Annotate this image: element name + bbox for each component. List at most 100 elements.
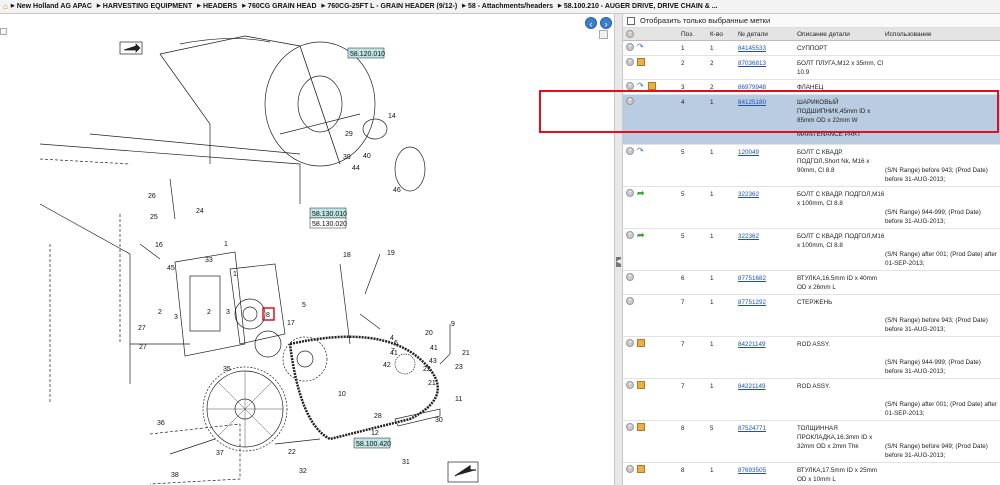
table-row[interactable]: +4 1 84125180 ШАРИКОВЫЙ ПОДШИПНИК,45mm ID x… [623,95,1000,145]
diagram-callout[interactable]: 20 [425,330,433,337]
diagram-callout[interactable]: 3 [174,314,178,321]
diagram-callout[interactable]: 45 [167,265,175,272]
add-to-cart-icon[interactable]: + [626,381,634,389]
diagram-callout[interactable]: 26 [148,193,156,200]
table-row[interactable]: + ➦ 5 1 322362 БОЛТ С КВАДР. ПОДГОЛ,M16 x 100… [623,187,1000,229]
add-to-cart-icon[interactable]: + [626,43,634,51]
diagram-callout[interactable]: 44 [352,165,360,172]
part-number-link[interactable]: 84125180 [738,95,797,127]
breadcrumb-item[interactable]: 760CG-25FT L - GRAIN HEADER (9/12-) [322,3,457,10]
column-header-description[interactable]: Описание детали [797,31,885,38]
part-number-link[interactable]: 86979948 [738,80,797,94]
table-row[interactable]: + ↷ 3 2 86979948 ФЛАНЕЦ [623,80,1000,95]
column-header-usage[interactable]: Использование [885,31,1000,38]
diagram-callout[interactable]: 1 [224,241,228,248]
diagram-callout[interactable]: 12 [371,430,379,437]
diagram-callout[interactable]: 3 [226,309,230,316]
diagram-pane[interactable]: ‹ › 58.120.010 58.130.010 58.130.020 58.… [0,14,615,485]
diagram-callout[interactable]: 22 [423,366,431,373]
part-number-link[interactable]: 87751682 [738,271,797,294]
diagram-callout[interactable]: 6 [394,340,398,347]
exploded-parts-diagram[interactable]: 58.120.010 58.130.010 58.130.020 58.100.… [0,14,615,485]
diagram-callout[interactable]: 32 [299,468,307,475]
column-header-part-number[interactable]: № детали [738,31,797,38]
diagram-callout[interactable]: 5 [302,302,306,309]
superseded-icon[interactable]: ➦ [637,231,646,240]
diagram-callout[interactable]: 41 [430,345,438,352]
diagram-callout[interactable]: 30 [435,417,443,424]
diagram-callout[interactable]: 33 [205,257,213,264]
part-number-link[interactable]: 87751292 [738,295,797,336]
diagram-callout[interactable]: 46 [393,187,401,194]
breadcrumb-item[interactable]: HARVESTING EQUIPMENT [97,3,192,10]
column-header-pos[interactable]: Поз. [681,31,710,38]
table-row[interactable]: + ↷ 1 1 84145533 СУППОРТ [623,41,1000,56]
package-icon[interactable] [637,423,645,431]
diagram-callout[interactable]: 24 [196,208,204,215]
replacement-icon[interactable]: ↷ [637,147,646,155]
part-number-link[interactable]: 84221149 [738,337,797,378]
diagram-callout[interactable]: 17 [287,320,295,327]
diagram-callout[interactable]: 23 [455,364,463,371]
diagram-callout[interactable]: 21 [462,350,470,357]
diagram-callout[interactable]: 35 [223,366,231,373]
diagram-callout[interactable]: 31 [402,459,410,466]
add-to-cart-icon[interactable]: + [626,231,634,239]
add-to-cart-icon[interactable]: + [626,97,634,105]
add-to-cart-icon[interactable]: + [626,273,634,281]
diagram-callout[interactable]: 7 [391,348,395,355]
package-icon[interactable] [648,82,656,90]
part-number-link[interactable]: 87693505 [738,463,797,485]
table-row[interactable]: +7 1 84221149 ROD ASSY. (S/N Range) 944-999;… [623,337,1000,379]
diagram-callout[interactable]: 16 [155,242,163,249]
part-number-link[interactable]: 87036813 [738,56,797,79]
diagram-callout[interactable]: 40 [363,153,371,160]
part-number-link[interactable]: 84221149 [738,379,797,420]
part-number-link[interactable]: 322362 [738,187,797,228]
diagram-callout[interactable]: 9 [451,321,455,328]
part-number-link[interactable]: 87524771 [738,421,797,462]
pane-splitter[interactable]: ◀ [615,14,623,485]
part-number-link[interactable]: 84145533 [738,41,797,55]
table-row[interactable]: +6 1 87751682 ВТУЛКА,16.5mm ID x 40mm OD x … [623,271,1000,295]
add-to-cart-icon[interactable]: + [626,82,634,90]
package-icon[interactable] [637,58,645,66]
column-header-qty[interactable]: К-во [710,31,738,38]
diagram-callout[interactable]: 36 [157,420,165,427]
diagram-callout[interactable]: 27 [139,344,147,351]
add-to-cart-icon[interactable]: + [626,423,634,431]
diagram-callout[interactable]: 22 [288,449,296,456]
diagram-callout[interactable]: 19 [387,250,395,257]
breadcrumb-item[interactable]: New Holland AG APAC [11,3,92,10]
diagram-callout[interactable]: 2 [207,309,211,316]
add-to-cart-icon[interactable]: + [626,147,634,155]
package-icon[interactable] [637,339,645,347]
collapse-handle-icon[interactable]: ◀ [616,257,621,267]
package-icon[interactable] [637,381,645,389]
replacement-icon[interactable]: ↷ [637,82,646,90]
table-row[interactable]: +8 1 87693505 ВТУЛКА,17.5mm ID x 25mm OD x … [623,463,1000,485]
table-row[interactable]: + ➦ 5 1 322362 БОЛТ С КВАДР. ПОДГОЛ,M16 x 100… [623,229,1000,271]
diagram-callout[interactable]: 28 [374,413,382,420]
diagram-callout[interactable]: 11 [455,396,462,403]
breadcrumb-item[interactable]: 58 - Attachments/headers [462,3,553,10]
breadcrumb-item[interactable]: HEADERS [197,3,237,10]
replacement-icon[interactable]: ↷ [637,43,646,51]
add-to-cart-icon[interactable]: + [626,297,634,305]
table-row[interactable]: +7 1 87751292 СТЕРЖЕНЬ (S/N Range) before 94… [623,295,1000,337]
superseded-icon[interactable]: ➦ [637,189,646,198]
add-to-cart-icon[interactable]: + [626,189,634,197]
add-to-cart-icon[interactable]: + [626,465,634,473]
diagram-callout[interactable]: 42 [383,362,391,369]
diagram-callout[interactable]: 14 [388,113,396,120]
diagram-callout[interactable]: 1 [233,271,237,278]
breadcrumb-item[interactable]: 58.100.210 - AUGER DRIVE, DRIVE CHAIN & … [558,3,718,10]
diagram-callout[interactable]: 25 [150,214,158,221]
add-to-cart-icon[interactable]: + [626,339,634,347]
diagram-callout[interactable]: 10 [338,391,346,398]
diagram-callout[interactable]: 2 [158,309,162,316]
part-number-link[interactable]: 322362 [738,229,797,270]
home-icon[interactable]: ⌂ [3,2,8,11]
diagram-callout[interactable]: 38 [171,472,179,479]
part-number-link[interactable]: 120049 [738,145,797,186]
